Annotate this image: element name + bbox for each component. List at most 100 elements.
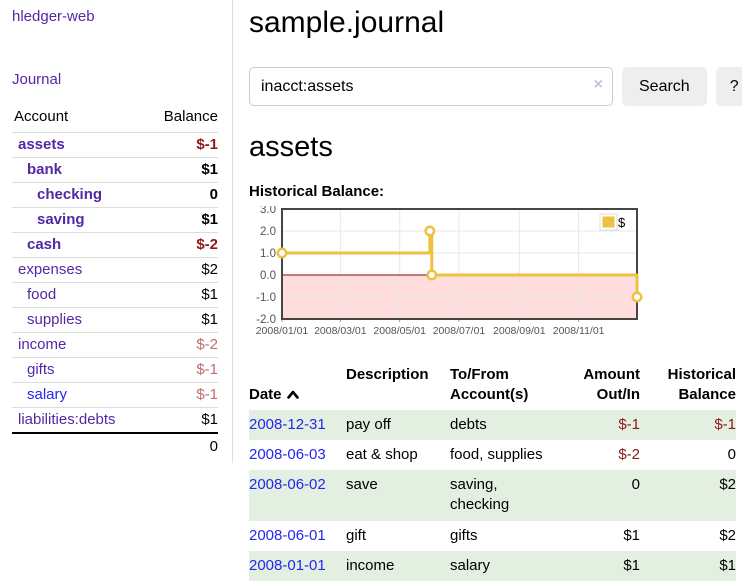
- sidebar: hledger-web Journal Account Balance asse…: [0, 0, 233, 463]
- y-axis-label: -1.0: [256, 292, 276, 304]
- sort-ascending-icon: [286, 386, 300, 406]
- search-button[interactable]: Search: [622, 67, 707, 106]
- register-header-amount: Amount Out/In: [558, 362, 640, 410]
- transaction-description: save: [346, 470, 450, 521]
- legend-label: $: [618, 215, 626, 230]
- account-balance: 0: [147, 183, 218, 208]
- account-row: cash $-2: [12, 233, 218, 258]
- account-balance: $-2: [147, 233, 218, 258]
- register-row: 2008-06-02 save saving, checking 0 $2: [249, 470, 736, 521]
- search-form: × Search ?: [249, 67, 742, 106]
- transaction-date-link[interactable]: 2008-06-01: [249, 527, 326, 544]
- historical-balance-chart: $3.02.01.00.0-1.0-2.02008/01/012008/03/0…: [249, 206, 742, 346]
- transaction-accounts: saving, checking: [450, 470, 558, 521]
- transaction-description: income: [346, 551, 450, 581]
- account-row: gifts $-1: [12, 358, 218, 383]
- accounts-header-balance: Balance: [147, 102, 218, 133]
- account-balance: $-2: [147, 333, 218, 358]
- y-axis-label: 2.0: [260, 226, 276, 238]
- register-header-balance: Historical Balance: [640, 362, 736, 410]
- transaction-accounts: debts: [450, 410, 558, 440]
- account-balance: $1: [147, 308, 218, 333]
- clear-search-icon[interactable]: ×: [594, 77, 603, 93]
- x-axis-label: 2008/03/01: [314, 325, 367, 337]
- help-button[interactable]: ?: [716, 67, 742, 106]
- data-point-marker: [428, 271, 436, 279]
- account-balance: $-1: [147, 358, 218, 383]
- account-link-food[interactable]: food: [27, 286, 56, 303]
- account-link-liabilities-debts[interactable]: liabilities:debts: [18, 411, 116, 428]
- transaction-balance: $2: [640, 521, 736, 551]
- register-header-description: Description: [346, 362, 450, 410]
- account-link-gifts[interactable]: gifts: [27, 361, 55, 378]
- transaction-date-link[interactable]: 2008-06-02: [249, 476, 326, 493]
- register-header-accounts: To/From Account(s): [450, 362, 558, 410]
- register-row: 2008-12-31 pay off debts $-1 $-1: [249, 410, 736, 440]
- transaction-date-link[interactable]: 2008-12-31: [249, 416, 326, 433]
- register-header-date[interactable]: Date: [249, 362, 346, 410]
- register-table: Date Description To/From Account(s) Amou…: [249, 362, 736, 581]
- account-link-income[interactable]: income: [18, 336, 66, 353]
- account-row: bank $1: [12, 158, 218, 183]
- account-balance: $1: [147, 208, 218, 233]
- transaction-amount: $-1: [558, 410, 640, 440]
- register-row: 2008-01-01 income salary $1 $1: [249, 551, 736, 581]
- account-link-salary[interactable]: salary: [27, 386, 67, 403]
- search-input[interactable]: [249, 67, 613, 106]
- register-header-row: Date Description To/From Account(s) Amou…: [249, 362, 736, 410]
- transaction-date-link[interactable]: 2008-06-03: [249, 446, 326, 463]
- data-point-marker: [278, 249, 286, 257]
- main-content: sample.journal × Search ? assets Histori…: [233, 0, 742, 581]
- account-link-cash[interactable]: cash: [27, 236, 61, 253]
- account-row: checking 0: [12, 183, 218, 208]
- account-row: food $1: [12, 283, 218, 308]
- x-axis-label: 2008/11/01: [553, 325, 605, 337]
- data-point-marker: [633, 293, 641, 301]
- account-balance: $2: [147, 258, 218, 283]
- account-balance: $-1: [147, 133, 218, 158]
- chart-heading: Historical Balance:: [249, 183, 742, 200]
- transaction-description: pay off: [346, 410, 450, 440]
- x-axis-label: 2008/05/01: [373, 325, 426, 337]
- brand-link[interactable]: hledger-web: [12, 8, 95, 25]
- accounts-header-account: Account: [12, 102, 147, 133]
- transaction-description: eat & shop: [346, 440, 450, 470]
- account-balance: $1: [147, 408, 218, 434]
- page-title: sample.journal: [249, 6, 742, 40]
- transaction-amount: $1: [558, 521, 640, 551]
- transaction-accounts: gifts: [450, 521, 558, 551]
- transaction-description: gift: [346, 521, 450, 551]
- legend-swatch: [603, 217, 615, 228]
- account-title: assets: [249, 131, 742, 164]
- accounts-total-value: 0: [147, 433, 218, 461]
- transaction-balance: 0: [640, 440, 736, 470]
- account-link-saving[interactable]: saving: [37, 211, 85, 228]
- account-row: assets $-1: [12, 133, 218, 158]
- account-balance: $1: [147, 283, 218, 308]
- accounts-total-row: 0: [12, 433, 218, 461]
- account-row: expenses $2: [12, 258, 218, 283]
- account-link-expenses[interactable]: expenses: [18, 261, 82, 278]
- sidebar-item-journal[interactable]: Journal: [12, 71, 218, 88]
- account-row: salary $-1: [12, 383, 218, 408]
- transaction-accounts: salary: [450, 551, 558, 581]
- account-balance: $1: [147, 158, 218, 183]
- account-link-checking[interactable]: checking: [37, 186, 102, 203]
- transaction-balance: $1: [640, 551, 736, 581]
- account-row: supplies $1: [12, 308, 218, 333]
- y-axis-label: 0.0: [260, 270, 276, 282]
- y-axis-label: 3.0: [260, 206, 276, 216]
- x-axis-label: 2008/09/01: [493, 325, 546, 337]
- app-window: hledger-web Journal Account Balance asse…: [0, 0, 742, 581]
- transaction-amount: 0: [558, 470, 640, 521]
- transaction-amount: $1: [558, 551, 640, 581]
- account-row: saving $1: [12, 208, 218, 233]
- account-link-supplies[interactable]: supplies: [27, 311, 82, 328]
- y-axis-label: 1.0: [260, 248, 276, 260]
- transaction-date-link[interactable]: 2008-01-01: [249, 557, 326, 574]
- register-row: 2008-06-01 gift gifts $1 $2: [249, 521, 736, 551]
- account-link-bank[interactable]: bank: [27, 161, 62, 178]
- account-link-assets[interactable]: assets: [18, 136, 65, 153]
- data-point-marker: [426, 227, 434, 235]
- x-axis-label: 2008/07/01: [433, 325, 486, 337]
